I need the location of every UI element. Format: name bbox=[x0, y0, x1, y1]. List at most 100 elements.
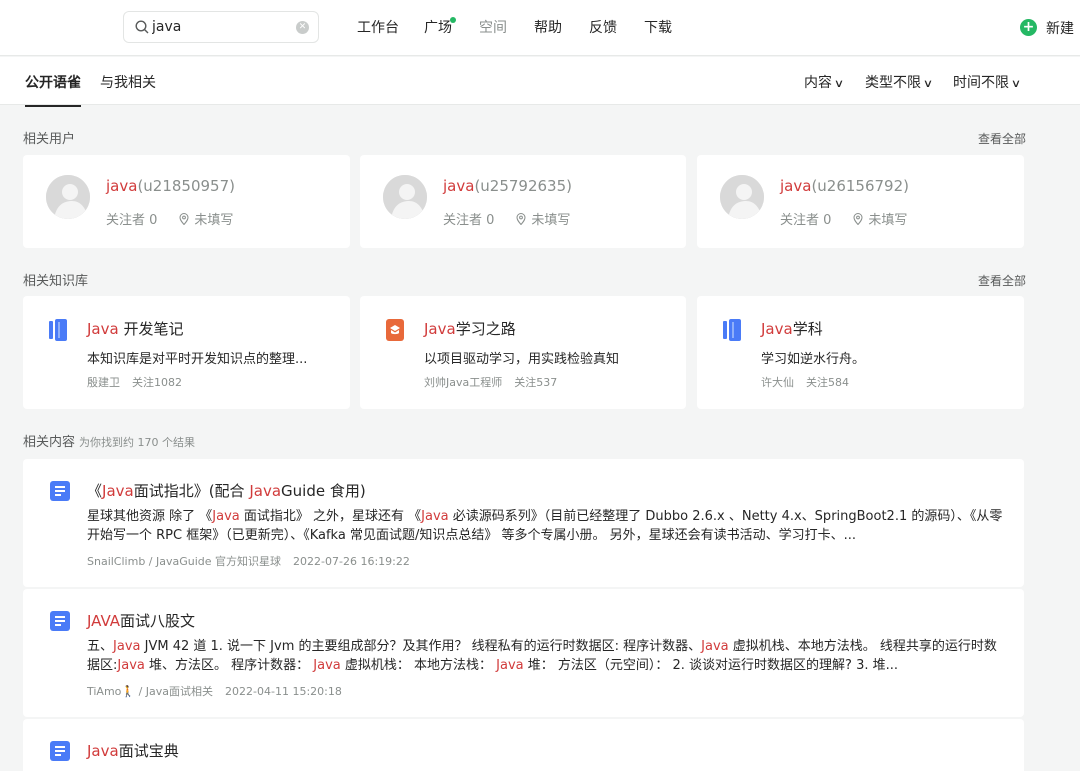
kb-name-rest: 学科 bbox=[792, 320, 823, 338]
filter-time-label: 时间不限 bbox=[953, 75, 1009, 91]
kb-description: 本知识库是对平时开发知识点的整理... bbox=[87, 352, 308, 367]
follower-count: 关注者 0 bbox=[780, 213, 832, 228]
tab-related-to-me[interactable]: 与我相关 bbox=[100, 73, 156, 93]
text-segment: 面试宝典 bbox=[118, 742, 179, 760]
location-text: 未填写 bbox=[868, 213, 908, 228]
kb-name-rest: 开发笔记 bbox=[118, 320, 184, 338]
kb-meta: 殷建卫 关注1082 bbox=[87, 374, 182, 390]
avatar bbox=[720, 175, 764, 219]
book-blue-icon bbox=[723, 319, 741, 341]
text-segment: Guide 食用) bbox=[281, 482, 366, 500]
kb-name[interactable]: Java 开发笔记 bbox=[87, 318, 183, 339]
document-icon bbox=[50, 741, 70, 761]
avatar bbox=[46, 175, 90, 219]
nav-space[interactable]: 空间 bbox=[479, 18, 507, 38]
keyword-highlight: Java bbox=[117, 658, 145, 673]
text-segment: 堆、方法区。 程序计数器： bbox=[144, 658, 314, 673]
nav-feedback[interactable]: 反馈 bbox=[589, 18, 617, 38]
doc-card[interactable]: Java面试宝典 bbox=[23, 719, 1024, 771]
users-see-all-link[interactable]: 查看全部 bbox=[978, 130, 1026, 147]
clear-search-icon[interactable]: ✕ bbox=[296, 21, 309, 34]
doc-card[interactable]: JAVA面试八股文 五、Java JVM 42 道 1. 说一下 Jvm 的主要… bbox=[23, 589, 1024, 717]
text-segment: 堆： 方法区（元空间）： 2. 谈谈对运行时数据区的理解? 3. 堆... bbox=[523, 658, 899, 673]
kb-name-rest: 学习之路 bbox=[455, 320, 516, 338]
kb-owner[interactable]: 许大仙 bbox=[761, 376, 794, 389]
doc-title[interactable]: 《Java面试指北》(配合 JavaGuide 食用) bbox=[87, 480, 366, 501]
user-name[interactable]: java(u25792635) bbox=[443, 177, 572, 195]
user-name-rest: (u26156792) bbox=[811, 177, 909, 195]
keyword-highlight: Java bbox=[102, 482, 134, 500]
kb-card[interactable]: Java学科 学习如逆水行舟。 许大仙 关注584 bbox=[697, 296, 1024, 409]
docs-section-label: 相关内容 bbox=[23, 435, 76, 450]
chevron-down-icon: ∨ bbox=[1010, 77, 1022, 90]
text-segment: 五、 bbox=[87, 639, 114, 654]
user-meta: 关注者 0 未填写 bbox=[443, 209, 570, 228]
kb-owner[interactable]: 殷建卫 bbox=[87, 376, 120, 389]
text-segment: JVM 42 道 1. 说一下 Jvm 的主要组成部分？及其作用？ 线程私有的运… bbox=[140, 639, 702, 654]
tab-public[interactable]: 公开语雀 bbox=[25, 73, 81, 107]
nav-help[interactable]: 帮助 bbox=[534, 18, 562, 38]
user-name-rest: (u21850957) bbox=[137, 177, 235, 195]
nav-download[interactable]: 下载 bbox=[644, 18, 672, 38]
filter-content[interactable]: 内容 ∨ bbox=[804, 73, 845, 94]
user-name-highlight: java bbox=[443, 177, 475, 195]
user-card[interactable]: java(u26156792) 关注者 0 未填写 bbox=[697, 155, 1024, 248]
text-segment: 《 bbox=[87, 482, 103, 500]
doc-title[interactable]: Java面试宝典 bbox=[87, 740, 179, 761]
location-icon bbox=[516, 213, 526, 225]
doc-snippet: 五、Java JVM 42 道 1. 说一下 Jvm 的主要组成部分？及其作用？… bbox=[87, 637, 1007, 675]
location-icon bbox=[853, 213, 863, 225]
text-segment: 面试指北》 之外，星球还有 《 bbox=[239, 509, 422, 524]
filter-type-label: 类型不限 bbox=[865, 75, 921, 91]
avatar bbox=[383, 175, 427, 219]
filter-time[interactable]: 时间不限 ∨ bbox=[953, 73, 1022, 94]
user-name-rest: (u25792635) bbox=[474, 177, 572, 195]
kb-name[interactable]: Java学科 bbox=[761, 318, 823, 339]
users-section-title: 相关用户 bbox=[23, 132, 76, 147]
kb-card[interactable]: Java 开发笔记 本知识库是对平时开发知识点的整理... 殷建卫 关注1082 bbox=[23, 296, 350, 409]
kb-owner[interactable]: 刘帅Java工程师 bbox=[424, 376, 502, 389]
doc-source[interactable]: SnailClimb / JavaGuide 官方知识星球 bbox=[87, 555, 281, 568]
doc-snippet: 星球其他资源 除了 《Java 面试指北》 之外，星球还有 《Java 必读源码… bbox=[87, 507, 1007, 545]
user-name[interactable]: java(u26156792) bbox=[780, 177, 909, 195]
user-meta: 关注者 0 未填写 bbox=[106, 209, 233, 228]
filter-type[interactable]: 类型不限 ∨ bbox=[865, 73, 934, 94]
doc-source[interactable]: TiAmo🚶 / Java面试相关 bbox=[87, 685, 213, 698]
doc-meta: TiAmo🚶 / Java面试相关 2022-04-11 15:20:18 bbox=[87, 683, 342, 699]
kb-card[interactable]: Java学习之路 以项目驱动学习，用实践检验真知 刘帅Java工程师 关注537 bbox=[360, 296, 686, 409]
kb-see-all-link[interactable]: 查看全部 bbox=[978, 272, 1026, 289]
user-card[interactable]: java(u21850957) 关注者 0 未填写 bbox=[23, 155, 350, 248]
keyword-highlight: Java bbox=[212, 509, 240, 524]
user-name[interactable]: java(u21850957) bbox=[106, 177, 235, 195]
doc-card[interactable]: 《Java面试指北》(配合 JavaGuide 食用) 星球其他资源 除了 《J… bbox=[23, 459, 1024, 587]
nav-square[interactable]: 广场 bbox=[424, 18, 452, 38]
doc-title[interactable]: JAVA面试八股文 bbox=[87, 610, 195, 631]
kb-name[interactable]: Java学习之路 bbox=[424, 318, 516, 339]
user-card[interactable]: java(u25792635) 关注者 0 未填写 bbox=[360, 155, 686, 248]
follower-count: 关注者 0 bbox=[106, 213, 158, 228]
search-input[interactable] bbox=[152, 17, 292, 37]
nav-workbench[interactable]: 工作台 bbox=[357, 18, 399, 38]
kb-follows: 关注537 bbox=[514, 376, 558, 389]
document-icon bbox=[50, 481, 70, 501]
filter-content-label: 内容 bbox=[804, 75, 832, 91]
chevron-down-icon: ∨ bbox=[833, 77, 845, 90]
book-blue-icon bbox=[49, 319, 67, 341]
docs-section-title: 相关内容 为你找到约 170 个结果 bbox=[23, 431, 195, 450]
book-orange-icon bbox=[386, 319, 404, 341]
keyword-highlight: Java bbox=[496, 658, 524, 673]
search-box[interactable]: ✕ bbox=[123, 11, 319, 43]
kb-name-highlight: Java bbox=[87, 320, 119, 338]
top-bar: ✕ 工作台 广场 空间 帮助 反馈 下载 + 新建 bbox=[0, 0, 1080, 56]
user-name-highlight: java bbox=[106, 177, 138, 195]
filter-bar: 公开语雀 与我相关 内容 ∨ 类型不限 ∨ 时间不限 ∨ bbox=[0, 57, 1080, 107]
location-icon bbox=[179, 213, 189, 225]
kb-meta: 刘帅Java工程师 关注537 bbox=[424, 374, 557, 390]
kb-description: 以项目驱动学习，用实践检验真知 bbox=[424, 352, 620, 367]
chevron-down-icon: ∨ bbox=[922, 77, 934, 90]
kb-follows: 关注584 bbox=[806, 376, 849, 389]
location-text: 未填写 bbox=[194, 213, 234, 228]
kb-section-title: 相关知识库 bbox=[23, 274, 89, 289]
kb-name-highlight: Java bbox=[761, 320, 793, 338]
keyword-highlight: Java bbox=[313, 658, 341, 673]
